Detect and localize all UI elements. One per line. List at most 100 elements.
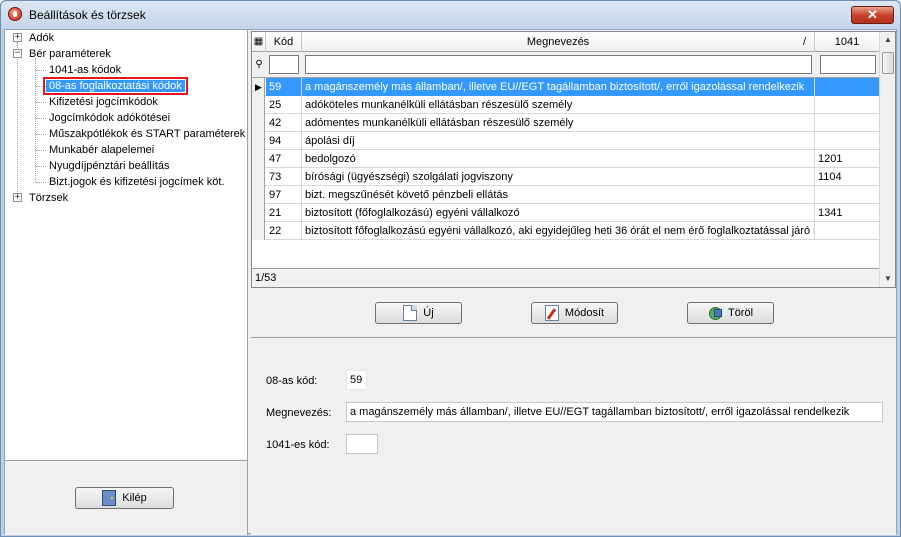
expand-icon[interactable]: + — [13, 33, 22, 42]
delete-icon — [708, 305, 722, 321]
tree-connector — [36, 182, 46, 183]
tree-item-torzsek[interactable]: Törzsek — [29, 190, 68, 206]
cell-megnevezes: biztosított (főfoglalkozású) egyéni váll… — [302, 204, 815, 222]
new-button[interactable]: Új — [375, 302, 462, 324]
record-counter: 1/53 — [252, 268, 880, 287]
table-row[interactable]: 21 biztosított (főfoglalkozású) egyéni v… — [252, 204, 880, 222]
cell-kod: 25 — [266, 96, 302, 114]
client-area: + Adók − Bér paraméterek 1041-as kódok 0… — [4, 29, 897, 535]
cell-megnevezes: bizt. megszűnését követő pénzbeli ellátá… — [302, 186, 815, 204]
scroll-up-icon[interactable]: ▲ — [880, 32, 896, 48]
cell-megnevezes: bedolgozó — [302, 150, 815, 168]
cell-kod: 97 — [266, 186, 302, 204]
column-header-kod[interactable]: Kód — [266, 32, 302, 52]
row-indicator — [252, 186, 265, 204]
cell-megnevezes: bírósági (ügyészségi) szolgálati jogvisz… — [302, 168, 815, 186]
cell-kod: 22 — [266, 222, 302, 240]
name-label: Megnevezés: — [266, 407, 332, 419]
column-chooser-icon[interactable]: ▦ — [252, 32, 266, 52]
tree-connector — [35, 58, 36, 182]
delete-button[interactable]: Töröl — [687, 302, 774, 324]
sort-indicator: / — [802, 36, 806, 48]
tree-item-muszakpotlekok[interactable]: Műszakpótlékok és START paraméterek — [49, 126, 245, 142]
table-row[interactable]: 47 bedolgozó 1201 — [252, 150, 880, 168]
filter-1041-input[interactable] — [820, 55, 876, 74]
cell-kod: 59 — [266, 78, 302, 96]
tree-item-kifizetesi-jogcimkodok[interactable]: Kifizetési jogcímkódok — [49, 94, 158, 110]
table-row[interactable]: 22 biztosított főfoglalkozású egyéni vál… — [252, 222, 880, 240]
cell-1041 — [815, 222, 880, 240]
cell-kod: 21 — [266, 204, 302, 222]
table-row[interactable]: 42 adómentes munkanélküli ellátásban rés… — [252, 114, 880, 132]
scroll-down-icon[interactable]: ▼ — [880, 271, 896, 287]
exit-button-label: Kilép — [122, 492, 147, 504]
app-icon — [8, 7, 22, 21]
expand-icon[interactable]: + — [13, 193, 22, 202]
cell-1041: 1104 — [815, 168, 880, 186]
exit-button[interactable]: Kilép — [75, 487, 174, 509]
cell-kod: 94 — [266, 132, 302, 150]
cell-megnevezes: ápolási díj — [302, 132, 815, 150]
cell-1041: 1201 — [815, 150, 880, 168]
edit-button-label: Módosít — [564, 307, 605, 319]
filter-row: ⚲ — [252, 52, 880, 78]
cell-1041 — [815, 114, 880, 132]
cell-kod: 73 — [266, 168, 302, 186]
tree-item-jogcimkodok-adokotesei[interactable]: Jogcímkódok adókötései — [49, 110, 170, 126]
collapse-icon[interactable]: − — [13, 49, 22, 58]
filter-megnevezes-input[interactable] — [305, 55, 812, 74]
tree-item-munkaber-alapelemei[interactable]: Munkabér alapelemei — [49, 142, 154, 158]
action-bar: Új Módosít Töröl — [251, 290, 896, 338]
edit-button[interactable]: Módosít — [531, 302, 618, 324]
settings-window: Beállítások és törzsek ✕ + Adók − Bér pa… — [0, 0, 901, 537]
cell-megnevezes: a magánszemély más államban/, illetve EU… — [302, 78, 815, 96]
cell-kod: 47 — [266, 150, 302, 168]
name-field[interactable]: a magánszemély más államban/, illetve EU… — [346, 402, 883, 422]
grid-header: ▦ Kód Megnevezés / 1041 — [252, 32, 880, 52]
table-row[interactable]: 97 bizt. megszűnését követő pénzbeli ell… — [252, 186, 880, 204]
tree-item-ber-parameterek[interactable]: Bér paraméterek — [29, 46, 111, 62]
tree-item-08-foglalkoztatasi-kodok[interactable]: 08-as foglalkoztatási kódok — [43, 77, 188, 95]
cell-1041 — [815, 78, 880, 96]
column-header-megnevezes[interactable]: Megnevezés / — [302, 32, 815, 52]
tree-connector — [36, 70, 46, 71]
left-button-area: Kilép — [5, 461, 248, 535]
cell-1041 — [815, 132, 880, 150]
cell-1041 — [815, 186, 880, 204]
tree-connector — [17, 42, 18, 198]
tree-item-bizt-jogok[interactable]: Bizt.jogok és kifizetési jogcímek köt. — [49, 174, 224, 190]
row-indicator — [252, 114, 265, 132]
cell-megnevezes: adómentes munkanélküli ellátásban részes… — [302, 114, 815, 132]
codes-grid: ▦ Kód Megnevezés / 1041 ⚲ ▶ 59 a magánsz… — [251, 31, 896, 288]
tree-item-adok[interactable]: Adók — [29, 30, 54, 46]
tree-item-nyugdijpenztari[interactable]: Nyugdíjpénztári beállítás — [49, 158, 169, 174]
new-button-label: Új — [423, 307, 434, 319]
row-indicator — [252, 150, 265, 168]
cell-1041 — [815, 96, 880, 114]
new-document-icon — [403, 305, 418, 321]
table-row[interactable]: 25 adóköteles munkanélküli ellátásban ré… — [252, 96, 880, 114]
settings-tree: + Adók − Bér paraméterek 1041-as kódok 0… — [5, 30, 248, 461]
code-field[interactable]: 59 — [346, 370, 367, 390]
row-indicator — [252, 96, 265, 114]
cell-1041: 1341 — [815, 204, 880, 222]
code1041-label: 1041-es kód: — [266, 439, 330, 451]
table-row[interactable]: 73 bírósági (ügyészségi) szolgálati jogv… — [252, 168, 880, 186]
column-header-1041[interactable]: 1041 — [815, 32, 880, 52]
tree-connector — [36, 166, 46, 167]
row-indicator — [252, 168, 265, 186]
code1041-field[interactable] — [346, 434, 378, 454]
filter-kod-input[interactable] — [269, 55, 299, 74]
title-bar[interactable]: Beállítások és törzsek ✕ — [1, 1, 900, 29]
tree-connector — [36, 118, 46, 119]
tree-connector — [36, 134, 46, 135]
scroll-thumb[interactable] — [882, 52, 894, 74]
table-row[interactable]: 94 ápolási díj — [252, 132, 880, 150]
grid-vertical-scrollbar[interactable]: ▲ ▼ — [879, 32, 895, 287]
tree-item-1041-kodok[interactable]: 1041-as kódok — [49, 62, 121, 78]
close-button[interactable]: ✕ — [851, 6, 894, 24]
tree-connector — [36, 102, 46, 103]
row-indicator — [252, 204, 265, 222]
table-row[interactable]: ▶ 59 a magánszemély más államban/, illet… — [252, 78, 880, 96]
door-icon — [102, 490, 117, 506]
